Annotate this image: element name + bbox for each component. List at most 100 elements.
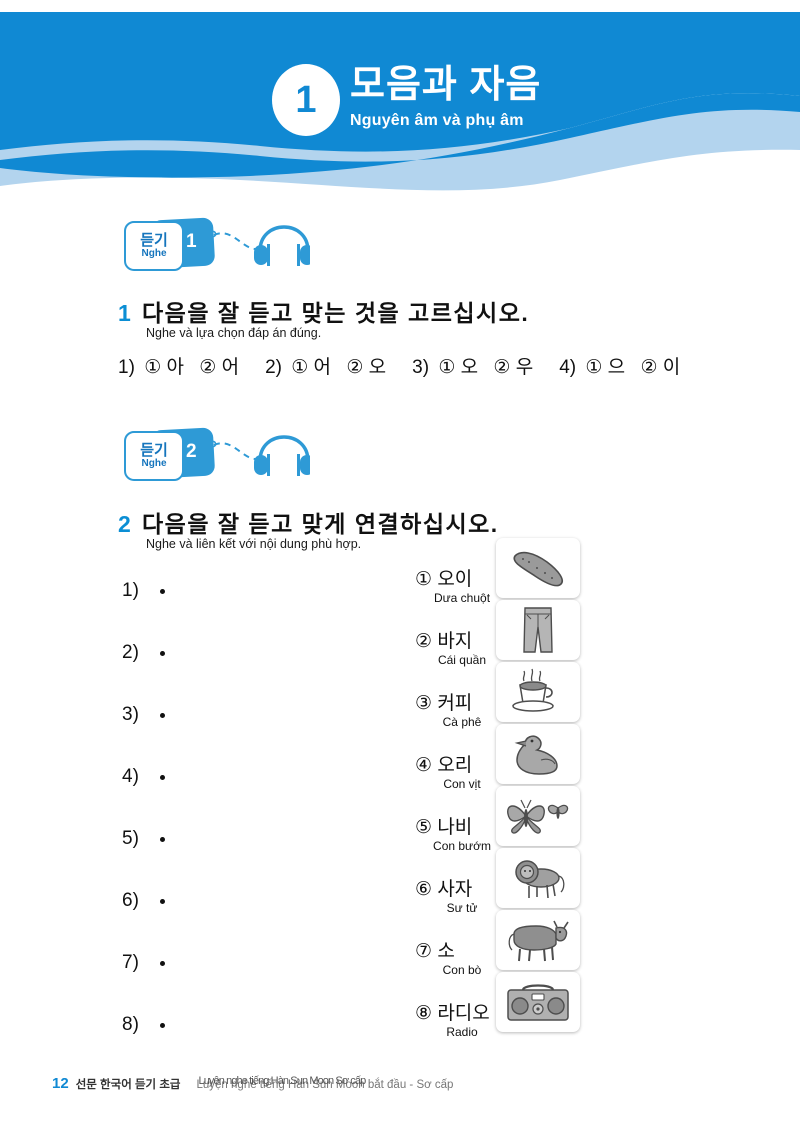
thumbnail-card[interactable]: [496, 724, 580, 784]
matching-image-column: [496, 538, 580, 1034]
book-title-vietnamese-overlap: Luyện nghe tiếng Hàn Sun Moon Sơ cấp: [198, 1075, 367, 1087]
listening-label-korean: 듣기: [140, 231, 168, 249]
page-footer: 12 선문 한국어 듣기 초급 Luyện nghe tiếng Hàn Sun…: [52, 1075, 453, 1093]
audio-badge-1[interactable]: 1 듣기 Nghe: [110, 215, 310, 277]
option-group[interactable]: 2) ① 어 ② 오: [265, 352, 386, 379]
listening-chip: 듣기 Nghe: [124, 431, 184, 481]
chapter-title-vietnamese: Nguyên âm và phụ âm: [350, 111, 524, 129]
matching-marker: ⑦: [415, 940, 433, 962]
connection-point-dot[interactable]: [160, 712, 165, 718]
listening-label-vietnamese: Nghe: [141, 458, 167, 470]
track-number: 1: [186, 231, 197, 252]
matching-left-label: 8): [122, 1014, 139, 1035]
thumbnail-card[interactable]: [496, 848, 580, 908]
option-choice[interactable]: ② 우: [493, 357, 533, 378]
connection-point-dot[interactable]: [160, 774, 165, 780]
listening-label-vietnamese: Nghe: [141, 248, 167, 260]
lion-illustration: [515, 860, 565, 899]
radio-illustration: [507, 984, 569, 1021]
option-choice[interactable]: ② 오: [346, 357, 386, 378]
matching-word-korean: 사자: [437, 878, 473, 900]
option-choice[interactable]: ① 으: [585, 357, 625, 378]
matching-left-item[interactable]: 4): [122, 746, 242, 808]
option-choice[interactable]: ① 오: [438, 357, 478, 378]
matching-marker: ①: [415, 568, 433, 590]
matching-left-label: 6): [122, 890, 139, 911]
matching-left-label: 1): [122, 580, 139, 601]
question-1-prompt-korean: 다음을 잘 듣고 맞는 것을 고르십시오.: [142, 300, 530, 326]
option-group-label: 2): [265, 357, 282, 378]
option-group-label: 4): [559, 357, 577, 378]
listening-label-korean: 듣기: [140, 441, 168, 459]
connection-point-dot[interactable]: [160, 650, 165, 656]
matching-marker: ②: [415, 630, 433, 652]
connection-point-dot[interactable]: [160, 588, 165, 594]
chapter-heading: 1 모음과 자음 Nguyên âm và phụ âm: [272, 62, 541, 136]
matching-left-column: 1) 2) 3) 4) 5) 6) 7) 8): [122, 560, 242, 1056]
question-1-number: 1: [118, 300, 131, 326]
matching-marker: ⑤: [415, 816, 433, 838]
matching-word-korean: 나비: [437, 816, 473, 838]
option-choice[interactable]: ② 어: [199, 357, 239, 378]
matching-word-korean: 소: [437, 940, 455, 962]
option-choice[interactable]: ② 이: [640, 357, 680, 378]
question-2-prompt-vietnamese: Nghe và liên kết với nội dung phù hợp.: [146, 537, 362, 551]
matching-left-label: 2): [122, 642, 139, 663]
matching-left-item[interactable]: 2): [122, 622, 242, 684]
matching-left-item[interactable]: 8): [122, 994, 242, 1056]
butterfly-illustration: [507, 799, 569, 834]
thumbnail-card[interactable]: [496, 662, 580, 722]
matching-word-korean: 커피: [437, 692, 473, 714]
connection-point-dot[interactable]: [160, 836, 165, 842]
connection-point-dot[interactable]: [160, 1022, 165, 1028]
matching-left-item[interactable]: 6): [122, 870, 242, 932]
thumbnail-card[interactable]: [496, 972, 580, 1032]
option-group[interactable]: 3) ① 오 ② 우: [412, 352, 533, 379]
matching-left-label: 3): [122, 704, 139, 725]
matching-left-item[interactable]: 7): [122, 932, 242, 994]
page-header: 1 모음과 자음 Nguyên âm và phụ âm: [0, 0, 800, 200]
matching-left-label: 7): [122, 952, 139, 973]
option-group-label: 3): [412, 357, 430, 378]
matching-left-label: 5): [122, 828, 139, 849]
matching-left-item[interactable]: 3): [122, 684, 242, 746]
chapter-number: 1: [295, 79, 317, 121]
matching-marker: ④: [415, 754, 433, 776]
matching-word-korean: 오이: [437, 568, 473, 590]
question-2-heading: 2 다음을 잘 듣고 맞게 연결하십시오.: [118, 505, 499, 539]
matching-marker: ⑧: [415, 1002, 433, 1024]
track-number: 2: [186, 441, 197, 462]
option-group[interactable]: 4) ① 으 ② 이: [559, 352, 680, 379]
matching-word-korean: 라디오: [437, 1002, 490, 1024]
option-group-label: 1): [118, 357, 135, 378]
connection-point-dot[interactable]: [160, 960, 165, 966]
matching-word-korean: 바지: [437, 630, 473, 652]
question-1-options: 1) ① 아 ② 어 2) ① 어 ② 오 3) ① 오 ② 우 4) ① 으 …: [118, 352, 680, 379]
matching-left-item[interactable]: 5): [122, 808, 242, 870]
book-title-korean: 선문 한국어 듣기 초급: [75, 1079, 181, 1091]
matching-marker: ③: [415, 692, 433, 714]
matching-left-item[interactable]: 1): [122, 560, 242, 622]
thumbnail-card[interactable]: [496, 600, 580, 660]
coffee-cup-illustration: [512, 668, 554, 712]
chapter-title-korean: 모음과 자음: [350, 64, 542, 106]
thumbnail-card[interactable]: [496, 786, 580, 846]
option-choice[interactable]: ① 아: [144, 357, 184, 378]
matching-word-korean: 오리: [437, 754, 473, 776]
connection-point-dot[interactable]: [160, 898, 165, 904]
question-1-heading: 1 다음을 잘 듣고 맞는 것을 고르십시오.: [118, 294, 529, 328]
matching-left-label: 4): [122, 766, 139, 787]
thumbnail-card[interactable]: [496, 910, 580, 970]
thumbnail-card[interactable]: [496, 538, 580, 598]
matching-marker: ⑥: [415, 878, 433, 900]
listening-chip: 듣기 Nghe: [124, 221, 184, 271]
audio-badge-2[interactable]: 2 듣기 Nghe: [110, 425, 310, 487]
page-number: 12: [52, 1075, 69, 1092]
cucumber-illustration: [513, 551, 563, 587]
duck-illustration: [514, 735, 558, 775]
question-2-prompt-korean: 다음을 잘 듣고 맞게 연결하십시오.: [142, 511, 499, 537]
option-choice[interactable]: ① 어: [291, 357, 331, 378]
trousers-illustration: [523, 607, 553, 653]
question-1-prompt-vietnamese: Nghe và lựa chọn đáp án đúng.: [146, 326, 322, 340]
option-group[interactable]: 1) ① 아 ② 어: [118, 352, 239, 379]
